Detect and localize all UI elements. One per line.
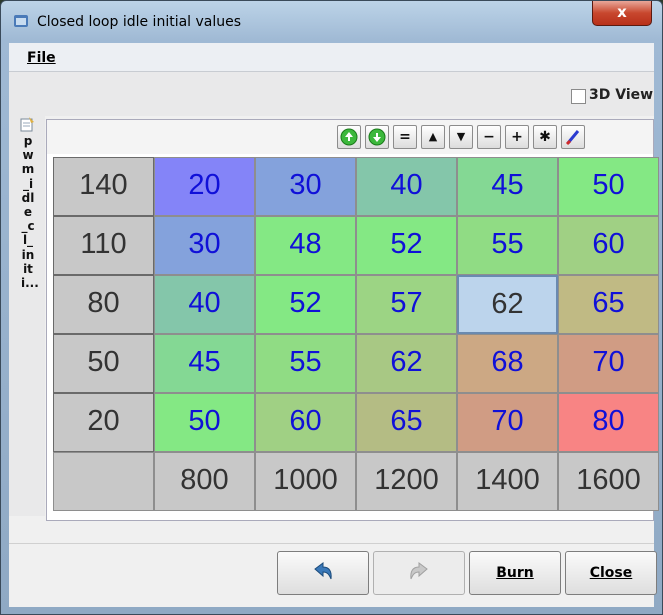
burn-button[interactable]: Burn (469, 551, 561, 595)
table-cell[interactable]: 50 (154, 393, 255, 452)
table-cell[interactable]: 30 (255, 157, 356, 216)
table-cell[interactable]: 52 (255, 275, 356, 334)
table-cell[interactable]: 60 (255, 393, 356, 452)
column-axis-value: 1400 (457, 452, 558, 511)
row-axis-value: 80 (53, 275, 154, 334)
axis-corner (53, 452, 154, 511)
decrement-button[interactable]: ▼ (449, 125, 473, 149)
table-cell[interactable]: 65 (356, 393, 457, 452)
title-bar: Closed loop idle initial values x (1, 1, 662, 43)
window-title: Closed loop idle initial values (37, 14, 242, 30)
table-cell[interactable]: 80 (558, 393, 659, 452)
close-button[interactable]: Close (565, 551, 657, 595)
redo-button[interactable] (373, 551, 465, 595)
side-axis-panel: pwm_idle_cl_initi... (9, 116, 45, 516)
table-cell[interactable]: 70 (457, 393, 558, 452)
table-cell[interactable]: 70 (558, 334, 659, 393)
column-axis-value: 1000 (255, 452, 356, 511)
decrease-rotate-icon[interactable] (365, 125, 389, 149)
table-cell[interactable]: 48 (255, 216, 356, 275)
table-toolbar: = ▲ ▼ − + ✱ (47, 120, 653, 154)
y-axis-label: pwm_idle_cl_initi... (21, 134, 39, 291)
interpolate-icon[interactable] (561, 125, 585, 149)
table-cell[interactable]: 52 (356, 216, 457, 275)
burn-button-label: Burn (496, 565, 534, 581)
3d-view-label[interactable]: 3D View (589, 87, 653, 103)
client-area: File 3D View pwm_idle_cl_initi... = ▲ ▼ (9, 43, 659, 607)
table-cell[interactable]: 20 (154, 157, 255, 216)
increment-button[interactable]: ▲ (421, 125, 445, 149)
table-cell[interactable]: 40 (154, 275, 255, 334)
table-cell[interactable]: 55 (457, 216, 558, 275)
table-cell[interactable]: 62 (356, 334, 457, 393)
window-close-button[interactable]: x (592, 1, 652, 26)
row-axis-value: 140 (53, 157, 154, 216)
table-cell[interactable]: 60 (558, 216, 659, 275)
table-cell[interactable]: 30 (154, 216, 255, 275)
view-bar (9, 72, 654, 116)
menu-bar: File (9, 43, 654, 72)
minus-button[interactable]: − (477, 125, 501, 149)
plus-button[interactable]: + (505, 125, 529, 149)
selected-table-cell[interactable]: 62 (457, 275, 558, 334)
menu-file[interactable]: File (27, 50, 56, 66)
table-cell[interactable]: 57 (356, 275, 457, 334)
close-button-label: Close (589, 565, 633, 581)
table-cell[interactable]: 45 (154, 334, 255, 393)
table-cell[interactable]: 65 (558, 275, 659, 334)
undo-button[interactable] (277, 551, 369, 595)
column-axis-value: 800 (154, 452, 255, 511)
column-axis-value: 1600 (558, 452, 659, 511)
table-cell[interactable]: 45 (457, 157, 558, 216)
row-axis-value: 20 (53, 393, 154, 452)
table-cell[interactable]: 40 (356, 157, 457, 216)
row-axis-value: 50 (53, 334, 154, 393)
set-equal-button[interactable]: = (393, 125, 417, 149)
row-axis-value: 110 (53, 216, 154, 275)
multiply-button[interactable]: ✱ (533, 125, 557, 149)
table-panel: = ▲ ▼ − + ✱ 140 20 30 40 45 50 110 30 48 52 55 60 80… (46, 119, 659, 521)
idle-values-window: Closed loop idle initial values x File 3… (0, 0, 663, 615)
table-cell[interactable]: 50 (558, 157, 659, 216)
table-cell[interactable]: 68 (457, 334, 558, 393)
bottom-button-bar: Burn Close (9, 543, 657, 607)
table-cell[interactable]: 55 (255, 334, 356, 393)
edit-note-icon[interactable] (19, 116, 35, 132)
3d-view-checkbox[interactable] (571, 89, 586, 104)
column-axis-value: 1200 (356, 452, 457, 511)
increase-rotate-icon[interactable] (337, 125, 361, 149)
app-icon (13, 13, 29, 29)
